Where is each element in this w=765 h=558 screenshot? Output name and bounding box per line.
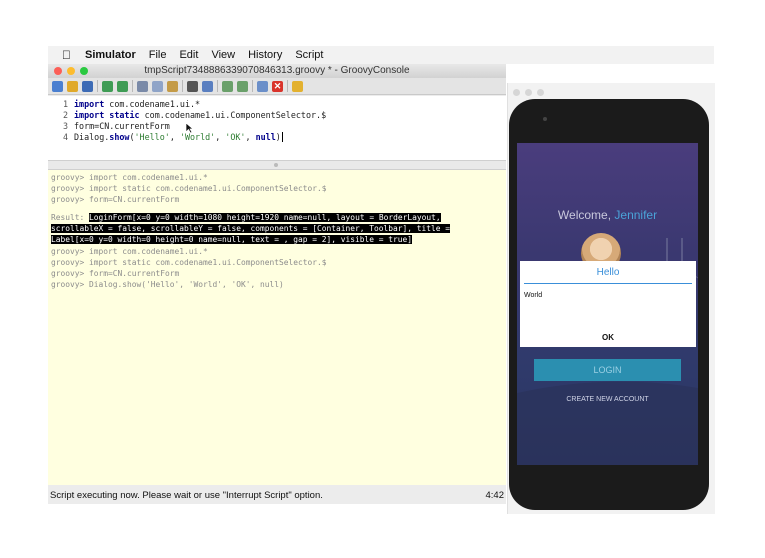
editor-line: 1 import com.codename1.ui.*	[54, 99, 200, 109]
code-punct: ,	[169, 132, 180, 142]
menu-script[interactable]: Script	[295, 49, 323, 61]
output-line: groovy> import static com.codename1.ui.C…	[51, 258, 327, 267]
zoom-window-button[interactable]	[537, 89, 544, 96]
code-keyword: import	[74, 99, 105, 109]
code-punct: ,	[215, 132, 226, 142]
toolbar-separator	[252, 80, 253, 92]
apple-icon[interactable]: 	[62, 48, 71, 62]
line-number: 2	[62, 110, 68, 120]
code-string: 'OK'	[225, 132, 246, 142]
menu-edit[interactable]: Edit	[179, 49, 198, 61]
cut-icon[interactable]	[137, 80, 148, 92]
dialog-body: World	[524, 292, 543, 299]
caret-position: 4:42	[485, 490, 505, 501]
toolbar-separator	[287, 80, 288, 92]
mouse-pointer-icon	[185, 122, 194, 134]
open-file-icon[interactable]	[67, 80, 78, 92]
close-window-button[interactable]	[513, 89, 520, 96]
status-bar: Script executing now. Please wait or use…	[48, 485, 506, 504]
login-button[interactable]: LOGIN	[534, 359, 681, 381]
editor-line: 4 Dialog.show('Hello', 'World', 'OK', nul…	[54, 132, 283, 142]
code-punct: ,	[245, 132, 256, 142]
zoom-window-button[interactable]	[80, 67, 88, 75]
window-title: tmpScript7348886339070846313.groovy * - …	[144, 65, 410, 76]
paste-icon[interactable]	[167, 80, 178, 92]
menu-file[interactable]: File	[149, 49, 167, 61]
copy-icon[interactable]	[152, 80, 163, 92]
line-number: 1	[62, 99, 68, 109]
replace-icon[interactable]	[202, 80, 213, 92]
code-punct: )	[275, 132, 281, 142]
welcome-heading: Welcome, Jennifer	[517, 208, 698, 222]
minimize-window-button[interactable]	[525, 89, 532, 96]
toolbar-separator	[182, 80, 183, 92]
line-number: 3	[62, 121, 68, 131]
menu-history[interactable]: History	[248, 49, 282, 61]
undo-icon[interactable]	[102, 80, 113, 92]
dialog-ok-button[interactable]: OK	[520, 333, 696, 342]
result-text: Label[x=0 y=0 width=0 height=0 name=null…	[51, 235, 413, 244]
output-line: groovy> Dialog.show('Hello', 'World', 'O…	[51, 280, 284, 289]
interrupt-script-icon[interactable]: ✕	[272, 80, 283, 92]
toolbar-separator	[132, 80, 133, 92]
toolbar: ✕	[48, 78, 506, 95]
welcome-text: Welcome,	[557, 208, 612, 222]
result-text: LoginForm[x=0 y=0 width=1080 height=1920…	[89, 213, 441, 222]
code-keyword: show	[109, 132, 130, 142]
output-pane[interactable]: groovy> import com.codename1.ui.* groovy…	[48, 170, 506, 485]
code-text: com.codename1.ui.ComponentSelector.$	[139, 110, 327, 120]
result-text: scrollableX = false, scrollableY = false…	[51, 224, 451, 233]
user-name: Jennifer	[614, 208, 658, 222]
result-label: Result:	[51, 213, 85, 222]
minimize-window-button[interactable]	[67, 67, 75, 75]
divider-grip-icon[interactable]	[274, 163, 278, 167]
code-keyword: import static	[74, 110, 140, 120]
dialog-title: Hello	[596, 267, 620, 278]
camera-icon	[543, 117, 547, 121]
close-window-button[interactable]	[54, 67, 62, 75]
output-line: groovy> import static com.codename1.ui.C…	[51, 184, 327, 193]
editor-line: 3 form=CN.currentForm	[54, 121, 170, 131]
code-text: form=CN.currentForm	[74, 121, 170, 131]
save-file-icon[interactable]	[82, 80, 93, 92]
code-text: com.codename1.ui.*	[104, 99, 201, 109]
window-titlebar[interactable]: tmpScript7348886339070846313.groovy * - …	[48, 64, 506, 78]
output-line: groovy> form=CN.currentForm	[51, 195, 180, 204]
find-icon[interactable]	[187, 80, 198, 92]
code-text: Dialog.	[74, 132, 110, 142]
mac-menubar:  Simulator File Edit View History Scrip…	[48, 46, 714, 64]
run-script-icon[interactable]	[257, 80, 268, 92]
toolbar-separator	[97, 80, 98, 92]
dialog: Hello World OK	[520, 261, 696, 347]
result-line: Result: LoginForm[x=0 y=0 width=1080 hei…	[51, 213, 441, 222]
redo-icon[interactable]	[117, 80, 128, 92]
editor-line: 2 import static com.codename1.ui.Componen…	[54, 110, 326, 120]
output-line: groovy> form=CN.currentForm	[51, 269, 180, 278]
result-line: scrollableX = false, scrollableY = false…	[51, 224, 451, 233]
line-number: 4	[62, 132, 68, 142]
history-next-icon[interactable]	[237, 80, 248, 92]
dialog-title-underline	[524, 283, 692, 284]
split-pane-divider[interactable]	[48, 160, 506, 170]
code-string: 'Hello'	[134, 132, 170, 142]
history-previous-icon[interactable]	[222, 80, 233, 92]
code-keyword: null	[255, 132, 276, 142]
toolbar-separator	[217, 80, 218, 92]
text-cursor	[281, 132, 283, 142]
create-account-link[interactable]: CREATE NEW ACCOUNT	[517, 396, 698, 403]
new-file-icon[interactable]	[52, 80, 63, 92]
menu-view[interactable]: View	[211, 49, 235, 61]
output-line: groovy> import com.codename1.ui.*	[51, 247, 208, 256]
output-line: groovy> import com.codename1.ui.*	[51, 173, 208, 182]
status-message: Script executing now. Please wait or use…	[50, 490, 323, 501]
result-line: Label[x=0 y=0 width=0 height=0 name=null…	[51, 235, 413, 244]
clear-output-icon[interactable]	[292, 80, 303, 92]
script-editor[interactable]: 1 import com.codename1.ui.* 2 import stati…	[48, 96, 506, 160]
groovy-console-window: tmpScript7348886339070846313.groovy * - …	[48, 64, 506, 504]
menu-app-name[interactable]: Simulator	[85, 49, 136, 61]
